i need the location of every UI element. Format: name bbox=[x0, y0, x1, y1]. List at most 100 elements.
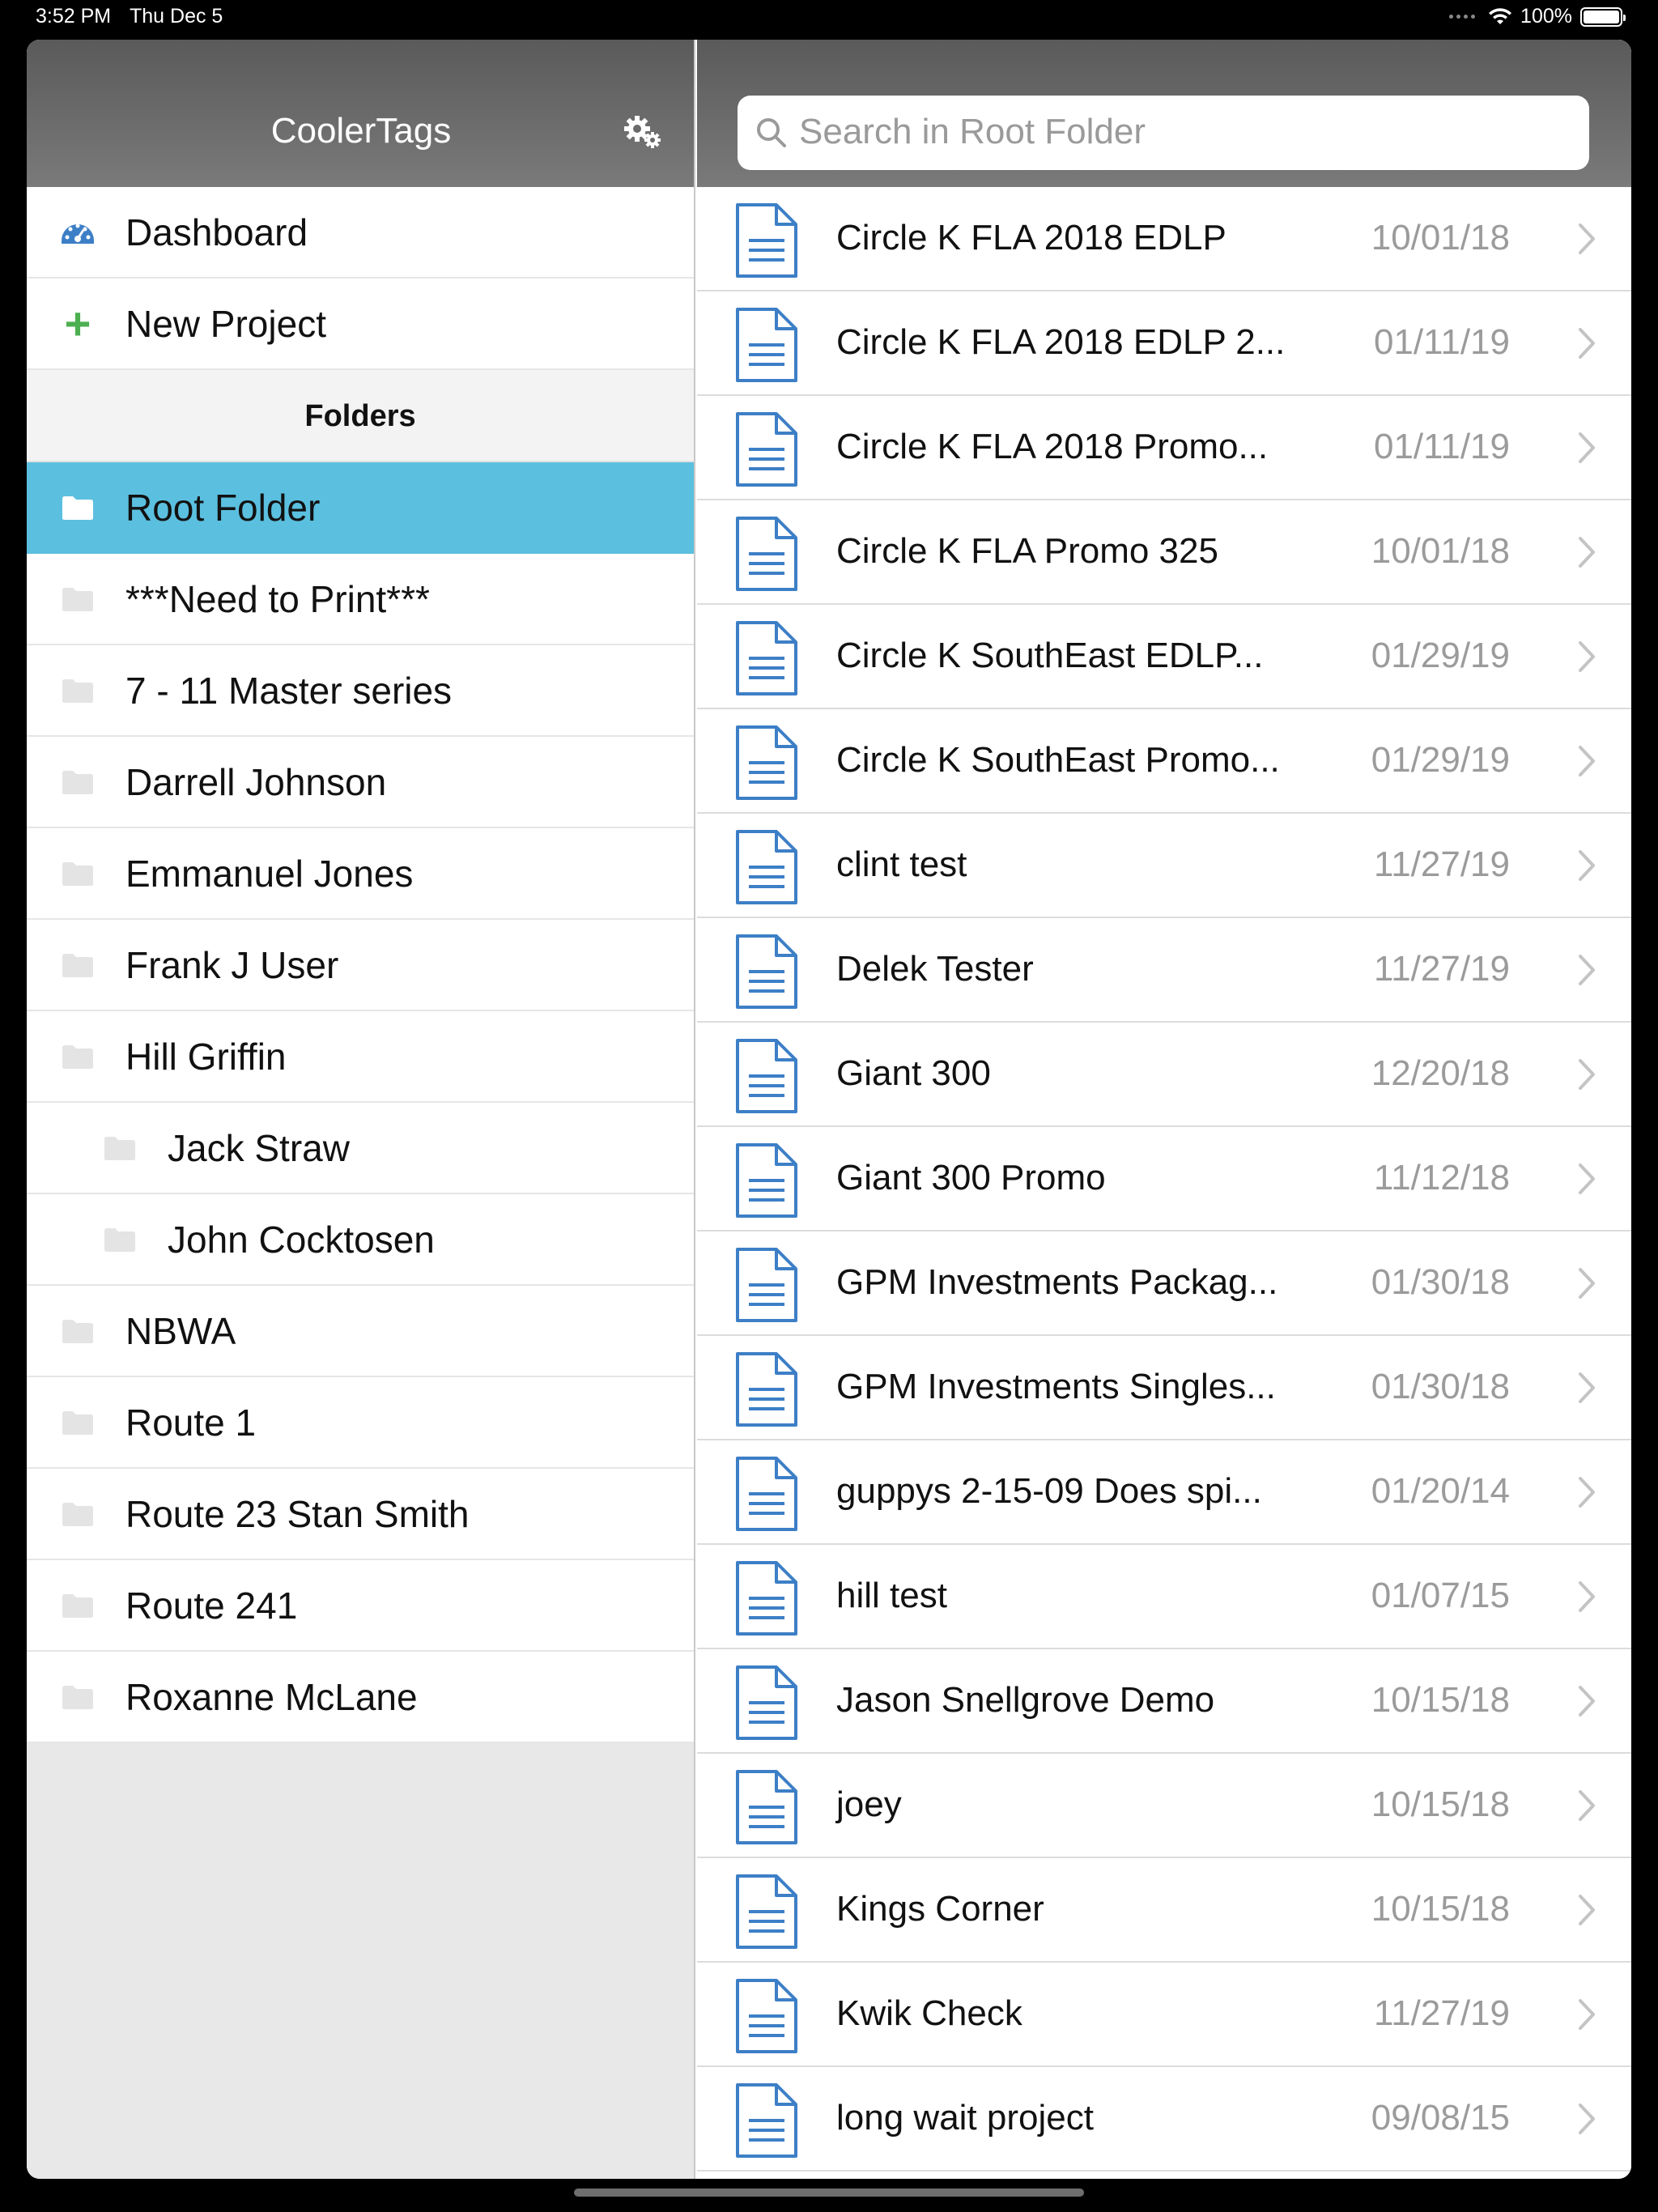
chevron-right-icon bbox=[1578, 849, 1596, 882]
folder-item[interactable]: Route 23 Stan Smith bbox=[27, 1469, 694, 1560]
folder-label: John Cocktosen bbox=[168, 1218, 435, 1261]
file-row[interactable]: Kwik Check 11/27/19 bbox=[697, 1963, 1631, 2067]
sidebar: CoolerTags Dashboard + New Project Folde… bbox=[27, 40, 695, 2179]
folder-item[interactable]: John Cocktosen bbox=[27, 1194, 694, 1286]
chevron-right-icon bbox=[1578, 432, 1596, 464]
folder-label: Route 1 bbox=[125, 1401, 257, 1444]
dashboard-icon bbox=[59, 216, 96, 249]
status-right: 100% bbox=[1449, 5, 1626, 28]
file-name: GPM Investments Packag... bbox=[836, 1262, 1278, 1302]
file-row[interactable]: Jason Snellgrove Demo 10/15/18 bbox=[697, 1649, 1631, 1754]
document-icon bbox=[734, 1874, 799, 1949]
chevron-right-icon bbox=[1578, 327, 1596, 359]
file-date: 01/11/19 bbox=[1373, 427, 1510, 466]
file-name: Giant 300 Promo bbox=[836, 1158, 1106, 1197]
file-name: joey bbox=[836, 1784, 902, 1824]
file-row[interactable]: Giant 300 Promo 11/12/18 bbox=[697, 1127, 1631, 1231]
chevron-right-icon bbox=[1578, 745, 1596, 777]
file-row[interactable]: Circle K FLA 2018 Promo... 01/11/19 bbox=[697, 396, 1631, 500]
file-row[interactable]: long wait project 09/08/15 bbox=[697, 2067, 1631, 2172]
app-title: CoolerTags bbox=[270, 111, 452, 151]
file-date: 11/27/19 bbox=[1373, 1993, 1510, 2033]
home-indicator[interactable] bbox=[574, 2189, 1084, 2197]
main-header: Search in Root Folder bbox=[697, 40, 1631, 187]
folder-item[interactable]: NBWA bbox=[27, 1286, 694, 1377]
folder-icon bbox=[59, 1681, 96, 1713]
document-icon bbox=[734, 830, 799, 904]
chevron-right-icon bbox=[1578, 536, 1596, 568]
folder-item[interactable]: Jack Straw bbox=[27, 1103, 694, 1194]
folder-list: Root Folder ***Need to Print*** 7 - 11 Mas… bbox=[27, 462, 694, 1743]
section-header-folders: Folders bbox=[27, 370, 694, 462]
file-row[interactable]: GPM Investments Packag... 01/30/18 bbox=[697, 1231, 1631, 1336]
search-field[interactable]: Search in Root Folder bbox=[738, 96, 1589, 170]
settings-gear-icon[interactable] bbox=[623, 111, 663, 151]
folder-item[interactable]: Darrell Johnson bbox=[27, 737, 694, 828]
folder-item[interactable]: Emmanuel Jones bbox=[27, 828, 694, 920]
sidebar-header: CoolerTags bbox=[27, 40, 694, 187]
chevron-right-icon bbox=[1578, 223, 1596, 255]
signal-dots-icon bbox=[1449, 15, 1476, 19]
folder-label: Root Folder bbox=[125, 486, 321, 529]
document-icon bbox=[734, 412, 799, 487]
folder-item[interactable]: Route 241 bbox=[27, 1560, 694, 1652]
chevron-right-icon bbox=[1578, 2103, 1596, 2135]
folder-item[interactable]: Roxanne McLane bbox=[27, 1652, 694, 1743]
file-row[interactable]: Giant 300 12/20/18 bbox=[697, 1023, 1631, 1127]
folder-label: Frank J User bbox=[125, 943, 339, 986]
file-name: GPM Investments Singles... bbox=[836, 1367, 1276, 1406]
document-icon bbox=[734, 1248, 799, 1322]
file-name: long wait project bbox=[836, 2098, 1094, 2138]
file-name: clint test bbox=[836, 844, 967, 884]
file-date: 01/29/19 bbox=[1371, 740, 1510, 780]
file-row[interactable]: joey 10/15/18 bbox=[697, 1754, 1631, 1858]
sidebar-list: Dashboard + New Project bbox=[27, 187, 694, 370]
file-row[interactable]: Circle K FLA 2018 EDLP 10/01/18 bbox=[697, 187, 1631, 291]
folder-item[interactable]: Hill Griffin bbox=[27, 1011, 694, 1103]
file-row[interactable]: Delek Tester 11/27/19 bbox=[697, 918, 1631, 1023]
file-row[interactable]: hill test 01/07/15 bbox=[697, 1545, 1631, 1649]
folder-item[interactable]: Frank J User bbox=[27, 920, 694, 1011]
search-icon bbox=[757, 118, 786, 147]
file-row[interactable]: Kings Corner 10/15/18 bbox=[697, 1858, 1631, 1963]
folder-label: ***Need to Print*** bbox=[125, 577, 430, 620]
document-icon bbox=[734, 1143, 799, 1218]
file-name: Circle K SouthEast EDLP... bbox=[836, 636, 1264, 675]
folder-label: Darrell Johnson bbox=[125, 760, 387, 803]
file-date: 12/20/18 bbox=[1371, 1053, 1510, 1093]
file-row[interactable]: Circle K FLA Promo 325 10/01/18 bbox=[697, 500, 1631, 605]
document-icon bbox=[734, 1561, 799, 1636]
chevron-right-icon bbox=[1578, 1372, 1596, 1404]
chevron-right-icon bbox=[1578, 954, 1596, 986]
file-name: Kwik Check bbox=[836, 1993, 1022, 2033]
folder-label: Jack Straw bbox=[168, 1126, 350, 1169]
file-date: 10/01/18 bbox=[1371, 531, 1510, 571]
folder-item[interactable]: 7 - 11 Master series bbox=[27, 645, 694, 737]
folder-item[interactable]: Route 1 bbox=[27, 1377, 694, 1469]
file-date: 01/11/19 bbox=[1373, 322, 1510, 362]
sidebar-item-new-project[interactable]: + New Project bbox=[27, 279, 694, 370]
file-name: Delek Tester bbox=[836, 949, 1034, 989]
file-date: 09/08/15 bbox=[1371, 2098, 1510, 2138]
battery-percent: 100% bbox=[1520, 5, 1572, 28]
folder-icon bbox=[59, 583, 96, 615]
file-date: 10/15/18 bbox=[1371, 1680, 1510, 1720]
sidebar-item-label: Dashboard bbox=[125, 211, 308, 253]
document-icon bbox=[734, 203, 799, 278]
file-row[interactable]: GPM Investments Singles... 01/30/18 bbox=[697, 1336, 1631, 1440]
file-date: 01/20/14 bbox=[1371, 1471, 1510, 1511]
file-date: 01/30/18 bbox=[1371, 1367, 1510, 1406]
file-row[interactable]: Circle K SouthEast EDLP... 01/29/19 bbox=[697, 605, 1631, 709]
folder-item[interactable]: ***Need to Print*** bbox=[27, 554, 694, 645]
file-row[interactable]: Circle K FLA 2018 EDLP 2... 01/11/19 bbox=[697, 291, 1631, 396]
sidebar-item-dashboard[interactable]: Dashboard bbox=[27, 187, 694, 279]
folder-label: Route 23 Stan Smith bbox=[125, 1492, 470, 1535]
file-row[interactable]: Circle K SouthEast Promo... 01/29/19 bbox=[697, 709, 1631, 814]
chevron-right-icon bbox=[1578, 1580, 1596, 1613]
chevron-right-icon bbox=[1578, 640, 1596, 673]
chevron-right-icon bbox=[1578, 1894, 1596, 1926]
file-row[interactable]: guppys 2-15-09 Does spi... 01/20/14 bbox=[697, 1440, 1631, 1545]
folder-item[interactable]: Root Folder bbox=[27, 462, 694, 554]
file-name: hill test bbox=[836, 1576, 947, 1615]
file-row[interactable]: clint test 11/27/19 bbox=[697, 814, 1631, 918]
